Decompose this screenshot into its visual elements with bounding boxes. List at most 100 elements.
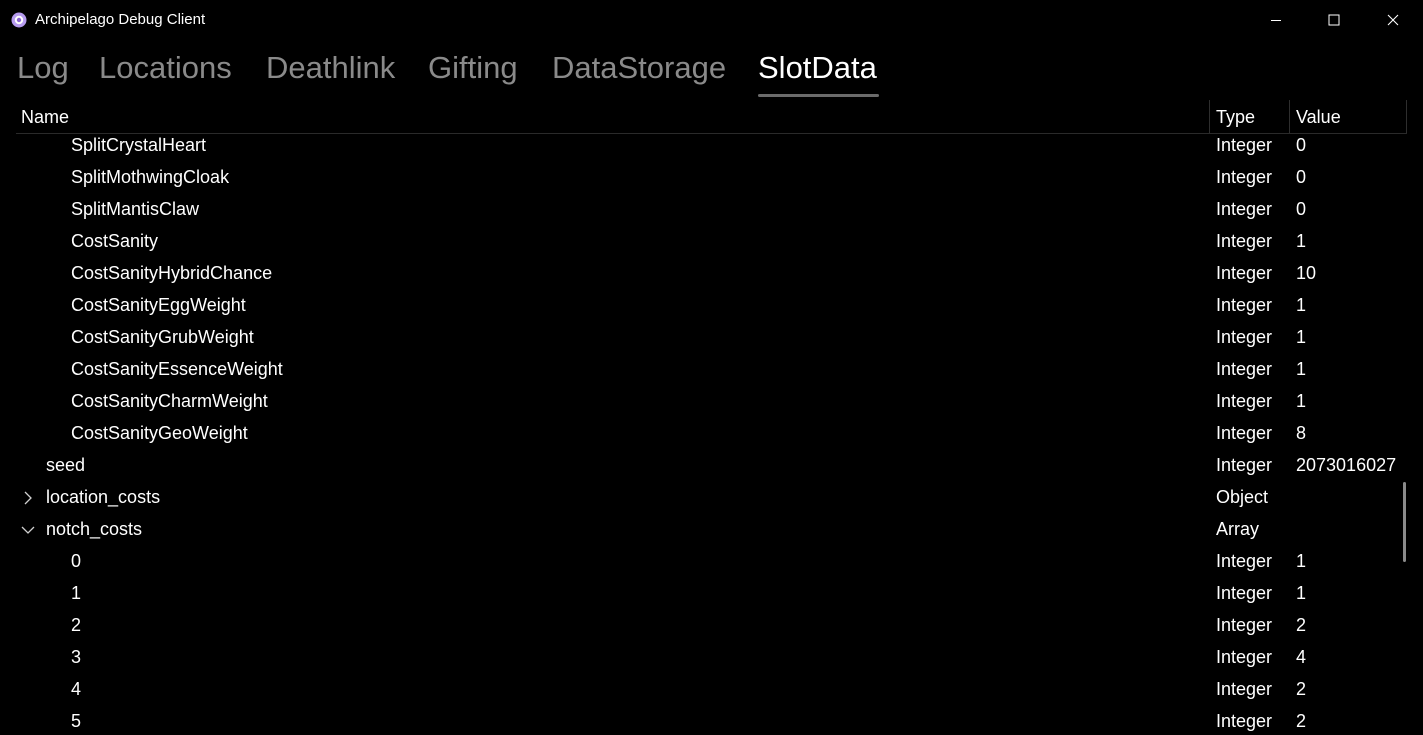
table-row[interactable]: 3 Integer 4 bbox=[0, 642, 1423, 674]
row-value-cell: 4 bbox=[1296, 647, 1307, 667]
row-type-cell: Integer bbox=[1216, 135, 1273, 155]
row-name-cell: CostSanityEggWeight bbox=[71, 295, 246, 315]
row-name-cell: SplitMantisClaw bbox=[71, 199, 200, 219]
row-value-cell: 1 bbox=[1296, 391, 1307, 411]
row-name-cell: location_costs bbox=[46, 487, 161, 507]
table-row[interactable]: SplitMantisClaw Integer 0 bbox=[0, 194, 1423, 226]
title-bar[interactable]: Archipelago Debug Client bbox=[0, 0, 1423, 40]
tab-strip: Log Locations Deathlink Gifting DataStor… bbox=[0, 44, 1423, 100]
row-type-cell: Object bbox=[1216, 487, 1269, 507]
table-row[interactable]: CostSanityGeoWeight Integer 8 bbox=[0, 418, 1423, 450]
row-name-cell: CostSanityCharmWeight bbox=[71, 391, 268, 411]
tab-deathlink[interactable]: Deathlink bbox=[266, 50, 395, 86]
chevron-right-icon[interactable] bbox=[20, 490, 36, 506]
row-name-cell: 1 bbox=[71, 583, 82, 603]
tab-locations[interactable]: Locations bbox=[99, 50, 232, 86]
column-header-type[interactable]: Type bbox=[1216, 107, 1255, 128]
table-row[interactable]: 4 Integer 2 bbox=[0, 674, 1423, 706]
table-row[interactable]: SplitMothwingCloak Integer 0 bbox=[0, 162, 1423, 194]
maximize-button[interactable] bbox=[1305, 0, 1363, 40]
table-row[interactable]: CostSanityHybridChance Integer 10 bbox=[0, 258, 1423, 290]
grid-header: Name Type Value bbox=[16, 100, 1407, 134]
row-value-cell: 0 bbox=[1296, 199, 1307, 219]
table-row[interactable]: CostSanityCharmWeight Integer 1 bbox=[0, 386, 1423, 418]
row-value-cell: 1 bbox=[1296, 231, 1307, 251]
row-value-cell: 2 bbox=[1296, 679, 1307, 699]
row-name-cell: SplitMothwingCloak bbox=[71, 167, 230, 187]
row-value-cell: 8 bbox=[1296, 423, 1307, 443]
table-row[interactable]: 0 Integer 1 bbox=[0, 546, 1423, 578]
tab-slotdata[interactable]: SlotData bbox=[758, 50, 877, 86]
row-name-cell: CostSanityGeoWeight bbox=[71, 423, 248, 443]
maximize-icon bbox=[1328, 14, 1340, 26]
table-row[interactable]: CostSanity Integer 1 bbox=[0, 226, 1423, 258]
row-name-cell: 4 bbox=[71, 679, 82, 699]
table-row[interactable]: CostSanityGrubWeight Integer 1 bbox=[0, 322, 1423, 354]
row-name-cell: SplitCrystalHeart bbox=[71, 135, 207, 155]
column-header-value[interactable]: Value bbox=[1296, 107, 1341, 128]
row-value-cell: 2 bbox=[1296, 711, 1307, 731]
table-row[interactable]: CostSanityEggWeight Integer 1 bbox=[0, 290, 1423, 322]
slot-data-grid: Name Type Value SplitCrystalHeart Integer… bbox=[0, 100, 1423, 735]
row-type-cell: Integer bbox=[1216, 359, 1273, 379]
row-type-cell: Integer bbox=[1216, 455, 1273, 475]
column-separator[interactable] bbox=[1406, 100, 1407, 133]
row-name-cell: 5 bbox=[71, 711, 82, 731]
table-row[interactable]: 1 Integer 1 bbox=[0, 578, 1423, 610]
table-row[interactable]: SplitCrystalHeart Integer 0 bbox=[0, 130, 1423, 162]
row-name-cell: notch_costs bbox=[46, 519, 143, 539]
tab-datastorage[interactable]: DataStorage bbox=[552, 50, 726, 86]
row-name-cell: CostSanityHybridChance bbox=[71, 263, 273, 283]
row-name-cell: CostSanityEssenceWeight bbox=[71, 359, 283, 379]
row-type-cell: Integer bbox=[1216, 167, 1273, 187]
table-row[interactable]: 2 Integer 2 bbox=[0, 610, 1423, 642]
debug-client-window: Archipelago Debug Client Log Locations D… bbox=[0, 0, 1423, 735]
row-name-cell: 0 bbox=[71, 551, 82, 571]
row-value-cell: 1 bbox=[1296, 583, 1307, 603]
close-button[interactable] bbox=[1364, 0, 1422, 40]
table-row[interactable]: location_costs Object bbox=[0, 482, 1423, 514]
table-row[interactable]: seed Integer 2073016027 bbox=[0, 450, 1423, 482]
row-type-cell: Array bbox=[1216, 519, 1260, 539]
row-value-cell: 10 bbox=[1296, 263, 1317, 283]
row-name-cell: CostSanityGrubWeight bbox=[71, 327, 254, 347]
archipelago-app-icon bbox=[11, 12, 27, 28]
tab-log[interactable]: Log bbox=[17, 50, 69, 86]
row-name-cell: seed bbox=[46, 455, 86, 475]
row-name-cell: 3 bbox=[71, 647, 82, 667]
row-type-cell: Integer bbox=[1216, 327, 1273, 347]
row-name-cell: CostSanity bbox=[71, 231, 159, 251]
close-icon bbox=[1387, 14, 1399, 26]
minimize-button[interactable] bbox=[1247, 0, 1305, 40]
tab-gifting[interactable]: Gifting bbox=[428, 50, 518, 86]
row-type-cell: Integer bbox=[1216, 199, 1273, 219]
row-type-cell: Integer bbox=[1216, 679, 1273, 699]
active-tab-indicator bbox=[758, 94, 879, 97]
row-value-cell: 1 bbox=[1296, 327, 1307, 347]
row-value-cell: 2 bbox=[1296, 615, 1307, 635]
row-value-cell: 0 bbox=[1296, 135, 1307, 155]
column-separator[interactable] bbox=[1289, 100, 1290, 133]
chevron-down-icon[interactable] bbox=[20, 522, 36, 538]
column-separator[interactable] bbox=[1209, 100, 1210, 133]
row-value-cell: 1 bbox=[1296, 359, 1307, 379]
row-type-cell: Integer bbox=[1216, 263, 1273, 283]
row-type-cell: Integer bbox=[1216, 231, 1273, 251]
row-value-cell: 0 bbox=[1296, 167, 1307, 187]
table-row[interactable]: CostSanityEssenceWeight Integer 1 bbox=[0, 354, 1423, 386]
row-type-cell: Integer bbox=[1216, 551, 1273, 571]
row-value-cell: 2073016027 bbox=[1296, 455, 1397, 475]
minimize-icon bbox=[1271, 20, 1281, 21]
grid-rows: SplitCrystalHeart Integer 0 SplitMothwingCl… bbox=[0, 130, 1423, 735]
row-type-cell: Integer bbox=[1216, 583, 1273, 603]
vertical-scrollbar[interactable] bbox=[1403, 482, 1406, 562]
row-type-cell: Integer bbox=[1216, 647, 1273, 667]
row-value-cell: 1 bbox=[1296, 551, 1307, 571]
row-name-cell: 2 bbox=[71, 615, 82, 635]
row-type-cell: Integer bbox=[1216, 295, 1273, 315]
row-type-cell: Integer bbox=[1216, 615, 1273, 635]
column-header-name[interactable]: Name bbox=[21, 107, 69, 128]
table-row[interactable]: 5 Integer 2 bbox=[0, 706, 1423, 735]
table-row[interactable]: notch_costs Array bbox=[0, 514, 1423, 546]
row-type-cell: Integer bbox=[1216, 391, 1273, 411]
